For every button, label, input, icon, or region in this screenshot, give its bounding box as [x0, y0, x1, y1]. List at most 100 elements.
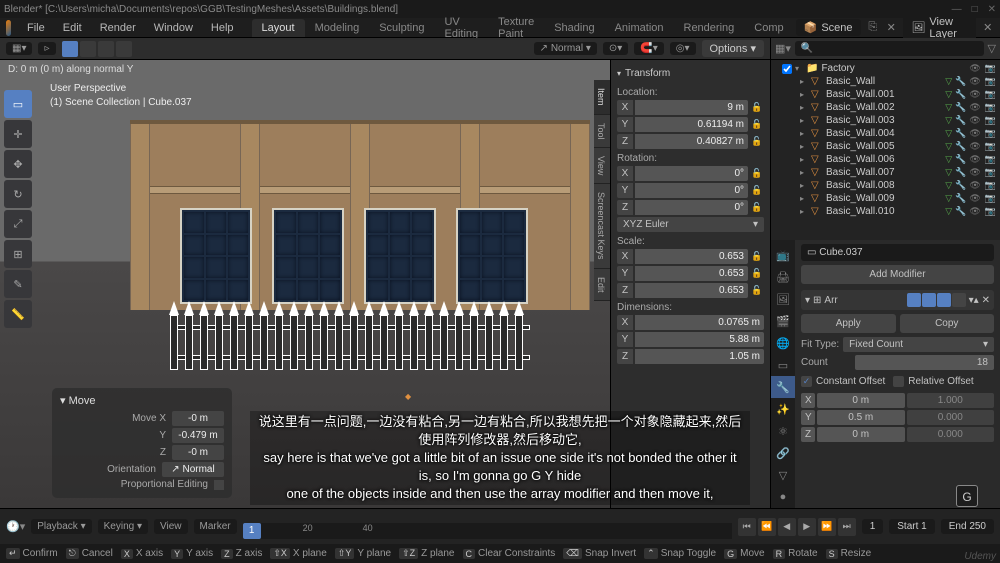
lock-icon[interactable]: 🔓	[750, 168, 764, 179]
lock-icon[interactable]: 🔓	[750, 185, 764, 196]
scale-tool[interactable]: ⤢	[4, 210, 32, 238]
count-field[interactable]: 18	[855, 355, 994, 370]
select-mode-icon[interactable]	[62, 41, 78, 57]
loc-z[interactable]: 0.40827 m	[635, 134, 748, 149]
lock-icon[interactable]: 🔓	[750, 251, 764, 262]
options-button[interactable]: Options ▾	[702, 40, 765, 57]
prop-tab-mesh[interactable]: ▽	[771, 464, 795, 486]
loc-y[interactable]: 0.61194 m	[635, 117, 748, 132]
current-frame[interactable]: 1	[243, 523, 261, 539]
properties-breadcrumb[interactable]: ▭ Cube.037	[801, 244, 994, 261]
frame-current-field[interactable]: 1	[862, 519, 884, 534]
tab-sculpting[interactable]: Sculpting	[369, 19, 434, 37]
constant-offset-checkbox[interactable]	[801, 376, 812, 387]
pivot-dropdown[interactable]: ⊙▾	[603, 42, 628, 55]
rotate-tool[interactable]: ↻	[4, 180, 32, 208]
prop-tab-particle[interactable]: ✨	[771, 398, 795, 420]
eye-icon[interactable]: 👁	[969, 63, 980, 74]
dim-z[interactable]: 1.05 m	[635, 349, 764, 364]
transform-section-header[interactable]: Transform	[617, 64, 764, 83]
prop-tab-constraint[interactable]: 🔗	[771, 442, 795, 464]
menu-help[interactable]: Help	[203, 20, 242, 36]
editor-type-dropdown[interactable]: ▦▾	[6, 42, 32, 55]
orientation-dropdown[interactable]: ↗ Normal ▾	[534, 42, 597, 55]
outliner-collection[interactable]: ▾📁 Factory 👁📷	[771, 62, 1000, 75]
playback-dropdown[interactable]: Playback ▾	[31, 519, 91, 534]
next-key-icon[interactable]: ⏩	[818, 518, 836, 536]
select-mode2-icon[interactable]	[80, 41, 96, 57]
outliner-item[interactable]: ▸▽Basic_Wall▽🔧👁📷	[771, 75, 1000, 88]
menu-window[interactable]: Window	[146, 20, 201, 36]
outliner-search[interactable]: 🔍	[795, 41, 984, 56]
prop-tab-modifier[interactable]: 🔧	[771, 376, 795, 398]
select-mode4-icon[interactable]	[116, 41, 132, 57]
transform-tool[interactable]: ⊞	[4, 240, 32, 268]
fit-type-dropdown[interactable]: Fixed Count▾	[843, 337, 994, 352]
apply-button[interactable]: Apply	[801, 314, 896, 333]
offset-z-const[interactable]: 0 m	[817, 427, 905, 442]
outliner-item[interactable]: ▸▽Basic_Wall.003▽🔧👁📷	[771, 114, 1000, 127]
delete-scene-icon[interactable]: ✕	[885, 20, 897, 36]
orientation-dropdown[interactable]: ↗ Normal	[162, 462, 224, 477]
tab-rendering[interactable]: Rendering	[674, 19, 745, 37]
lock-icon[interactable]: 🔓	[750, 268, 764, 279]
n-tab-item[interactable]: Item	[594, 80, 610, 115]
prop-tab-world[interactable]: 🌐	[771, 332, 795, 354]
outliner-item[interactable]: ▸▽Basic_Wall.004▽🔧👁📷	[771, 127, 1000, 140]
mod-render-icon[interactable]	[922, 293, 936, 307]
mod-display-icon[interactable]	[907, 293, 921, 307]
menu-edit[interactable]: Edit	[55, 20, 90, 36]
timeline-marker[interactable]: Marker	[194, 519, 237, 534]
offset-y-const[interactable]: 0.5 m	[817, 410, 905, 425]
tab-shading[interactable]: Shading	[544, 19, 604, 37]
outliner-item[interactable]: ▸▽Basic_Wall.010▽🔧👁📷	[771, 205, 1000, 218]
lock-icon[interactable]: 🔓	[750, 119, 764, 130]
tab-compositing[interactable]: Comp	[744, 19, 793, 37]
proportional-checkbox[interactable]	[214, 480, 224, 490]
move-y-value[interactable]: -0.479 m	[172, 428, 224, 443]
rot-x[interactable]: 0°	[635, 166, 748, 181]
measure-tool[interactable]: 📏	[4, 300, 32, 328]
outliner-item[interactable]: ▸▽Basic_Wall.009▽🔧👁📷	[771, 192, 1000, 205]
scale-x[interactable]: 0.653	[635, 249, 748, 264]
offset-x-const[interactable]: 0 m	[817, 393, 905, 408]
timeline-type-icon[interactable]: 🕐▾	[6, 520, 25, 533]
play-reverse-icon[interactable]: ◀	[778, 518, 796, 536]
tab-layout[interactable]: Layout	[252, 19, 305, 37]
loc-x[interactable]: 9 m	[635, 100, 748, 115]
add-modifier-button[interactable]: Add Modifier	[801, 265, 994, 284]
dim-y[interactable]: 5.88 m	[635, 332, 764, 347]
keying-dropdown[interactable]: Keying ▾	[98, 519, 148, 534]
modifier-header[interactable]: ▾⊞ Arr ▾▴✕	[801, 290, 994, 310]
mod-cage-icon[interactable]	[952, 293, 966, 307]
copy-button[interactable]: Copy	[900, 314, 995, 333]
n-tab-screencast[interactable]: Screencast Keys	[594, 184, 610, 269]
scale-y[interactable]: 0.653	[635, 266, 748, 281]
cursor-tool[interactable]: ✛	[4, 120, 32, 148]
outliner-item[interactable]: ▸▽Basic_Wall.002▽🔧👁📷	[771, 101, 1000, 114]
cursor-tool-icon[interactable]: ▹	[38, 42, 55, 55]
move-z-value[interactable]: -0 m	[172, 445, 224, 460]
mod-edit-icon[interactable]	[937, 293, 951, 307]
select-tool[interactable]: ▭	[4, 90, 32, 118]
dim-x[interactable]: 0.0765 m	[635, 315, 764, 330]
jump-start-icon[interactable]: ⏮	[738, 518, 756, 536]
filter-icon[interactable]: ▽	[988, 42, 996, 55]
outliner-item[interactable]: ▸▽Basic_Wall.005▽🔧👁📷	[771, 140, 1000, 153]
delete-viewlayer-icon[interactable]: ✕	[982, 20, 994, 36]
n-tab-edit[interactable]: Edit	[594, 269, 610, 302]
outliner-item[interactable]: ▸▽Basic_Wall.006▽🔧👁📷	[771, 153, 1000, 166]
annotate-tool[interactable]: ✎	[4, 270, 32, 298]
outliner-item[interactable]: ▸▽Basic_Wall.007▽🔧👁📷	[771, 166, 1000, 179]
n-tab-tool[interactable]: Tool	[594, 115, 610, 149]
prop-tab-object[interactable]: ▭	[771, 354, 795, 376]
offset-y-rel[interactable]: 0.000	[907, 410, 995, 425]
offset-x-rel[interactable]: 1.000	[907, 393, 995, 408]
scene-selector[interactable]: 📦 Scene	[796, 19, 861, 36]
prev-key-icon[interactable]: ⏪	[758, 518, 776, 536]
tab-modeling[interactable]: Modeling	[305, 19, 370, 37]
rot-y[interactable]: 0°	[635, 183, 748, 198]
prop-tab-viewlayer[interactable]: 🖼	[771, 288, 795, 310]
lock-icon[interactable]: 🔓	[750, 285, 764, 296]
prop-tab-output[interactable]: 🖨	[771, 266, 795, 288]
